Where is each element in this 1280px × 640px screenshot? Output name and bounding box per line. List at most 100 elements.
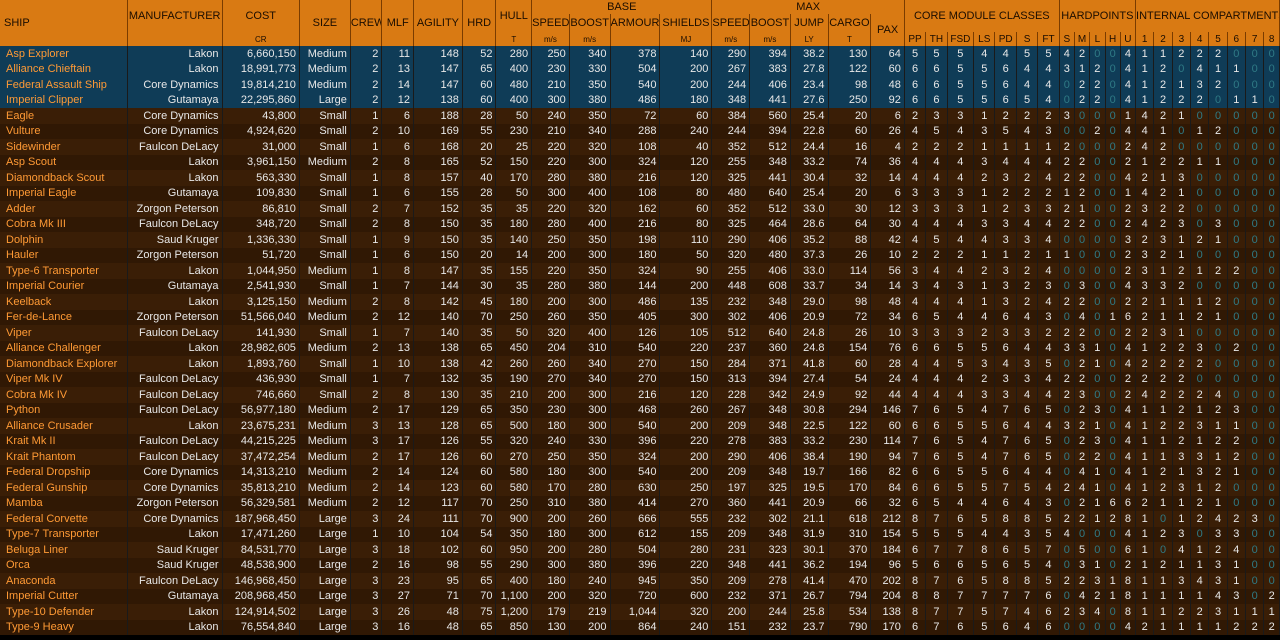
core-col-3[interactable]: LS [973,32,996,46]
internal-col-4[interactable]: 5 [1208,32,1228,46]
table-row[interactable]: Imperial Cutter Gutamaya 208,968,450 Large 3… [0,588,1280,604]
hardpoint-col-2[interactable]: L [1089,32,1106,46]
internal-col-7[interactable]: 8 [1263,32,1280,46]
core-class-cell: 2 [1037,108,1060,124]
table-row[interactable]: Imperial Eagle Gutamaya 109,830 Small 1 6 155 2… [0,185,1280,201]
table-row[interactable]: Mamba Zorgon Peterson 56,329,581 Medium 2 12 1… [0,495,1280,511]
table-row[interactable]: Federal Dropship Core Dynamics 14,313,210 M… [0,464,1280,480]
col-shields[interactable]: SHIELDS [659,14,713,32]
table-row[interactable]: Eagle Core Dynamics 43,800 Small 1 6 188 28 50 24… [0,108,1280,124]
internal-slot-cell: 0 [1208,92,1228,108]
table-row[interactable]: Asp Scout Lakon 3,961,150 Medium 2 8 165 52 150 2… [0,154,1280,170]
col-pax[interactable]: PAX [870,14,905,46]
internal-col-5[interactable]: 6 [1227,32,1247,46]
internal-col-3[interactable]: 4 [1190,32,1210,46]
table-row[interactable]: Type-6 Transporter Lakon 1,044,950 Medium 1 8… [0,263,1280,279]
hardpoint-col-4[interactable]: U [1120,32,1137,46]
table-row[interactable]: Type-9 Heavy Lakon 76,554,840 Large 3 16 48 65 8… [0,619,1280,635]
max-boost-cell: 348 [749,526,791,542]
core-class-cell: 7 [1016,588,1039,604]
table-row[interactable]: Vulture Core Dynamics 4,924,620 Small 2 10 169… [0,123,1280,139]
base-speed-cell: 180 [531,573,570,589]
table-row[interactable]: Hauler Zorgon Peterson 51,720 Small 1 6 150 20 1… [0,247,1280,263]
table-row[interactable]: Krait Mk II Faulcon DeLacy 44,215,225 Mediu… [0,433,1280,449]
table-row[interactable]: Type-7 Transporter Lakon 17,471,260 Large 1 1… [0,526,1280,542]
core-col-1[interactable]: TH [925,32,948,46]
mlf-cell: 12 [381,309,414,325]
table-row[interactable]: Keelback Lakon 3,125,150 Medium 2 8 142 45 180 20… [0,294,1280,310]
hardpoint-col-0[interactable]: S [1059,32,1075,46]
base-speed-cell: 200 [531,542,570,558]
internal-col-2[interactable]: 3 [1172,32,1192,46]
col-max-speed[interactable]: SPEED [711,14,751,32]
col-cargo[interactable]: CARGO [828,14,872,32]
size-cell: Medium [299,464,351,480]
col-agility[interactable]: AGILITY [413,0,463,46]
table-row[interactable]: Beluga Liner Saud Kruger 84,531,770 Large 3 1… [0,542,1280,558]
table-row[interactable]: Alliance Crusader Lakon 23,675,231 Medium 3 1… [0,418,1280,434]
col-manufacturer[interactable]: MANUFACTURER [127,0,223,32]
table-row[interactable]: Asp Explorer Lakon 6,660,150 Medium 2 11 148 52… [0,46,1280,62]
core-col-4[interactable]: PD [994,32,1017,46]
col-mlf[interactable]: MLF [381,0,414,46]
core-col-5[interactable]: S [1016,32,1039,46]
core-class-cell: 6 [1037,619,1060,635]
col-armour[interactable]: ARMOUR [610,14,661,32]
table-row[interactable]: Diamondback Explorer Lakon 1,893,760 Small 1… [0,356,1280,372]
table-row[interactable]: Diamondback Scout Lakon 563,330 Small 1 8 157 4… [0,170,1280,186]
hardpoint-cell: 2 [1120,294,1137,310]
jump-range-cell: 33.2 [790,154,829,170]
col-jump[interactable]: JUMP [790,14,829,32]
table-row[interactable]: Imperial Courier Gutamaya 2,541,930 Small 1 7… [0,278,1280,294]
core-class-cell: 7 [994,449,1017,465]
core-class-cell: 4 [947,387,975,403]
internal-col-6[interactable]: 7 [1245,32,1265,46]
table-row[interactable]: Type-10 Defender Lakon 124,914,502 Large 3 26… [0,604,1280,620]
table-row[interactable]: Anaconda Faulcon DeLacy 146,968,450 Large 3 2… [0,573,1280,589]
internal-col-1[interactable]: 2 [1153,32,1173,46]
col-max-boost[interactable]: BOOST [749,14,791,32]
col-base-speed[interactable]: SPEED [531,14,570,32]
table-row[interactable]: Adder Zorgon Peterson 86,810 Small 2 7 152 35 35… [0,201,1280,217]
cargo-cell: 534 [828,604,872,620]
table-row[interactable]: Alliance Chieftain Lakon 18,991,773 Medium 2… [0,61,1280,77]
col-cost[interactable]: COST [222,0,300,32]
table-row[interactable]: Python Faulcon DeLacy 56,977,180 Medium 2 17 1… [0,402,1280,418]
core-class-cell: 4 [1016,216,1039,232]
hardpoint-col-3[interactable]: H [1105,32,1121,46]
core-class-cell: 5 [1037,511,1060,527]
table-row[interactable]: Imperial Clipper Gutamaya 22,295,860 Large 2… [0,92,1280,108]
table-row[interactable]: Federal Assault Ship Core Dynamics 19,814,… [0,77,1280,93]
internal-slot-cell: 0 [1227,170,1247,186]
manufacturer-cell: Saud Kruger [127,542,223,558]
table-row[interactable]: Krait Phantom Faulcon DeLacy 37,472,254 Med… [0,449,1280,465]
core-col-2[interactable]: FSD [947,32,975,46]
col-base-boost[interactable]: BOOST [569,14,611,32]
core-col-6[interactable]: FT [1037,32,1060,46]
table-row[interactable]: Sidewinder Faulcon DeLacy 31,000 Small 1 6 168… [0,139,1280,155]
table-row[interactable]: Dolphin Saud Kruger 1,336,330 Small 1 9 150 35 1… [0,232,1280,248]
col-crew[interactable]: CREW [350,0,383,46]
core-col-0[interactable]: PP [904,32,927,46]
core-class-cell: 4 [947,371,975,387]
max-speed-cell: 197 [711,480,751,496]
col-hull[interactable]: HULL [495,0,533,32]
table-row[interactable]: Alliance Challenger Lakon 28,982,605 Medium… [0,340,1280,356]
table-row[interactable]: Cobra Mk III Faulcon DeLacy 348,720 Small 2 8… [0,216,1280,232]
table-row[interactable]: Viper Mk IV Faulcon DeLacy 436,930 Small 1 7 1… [0,371,1280,387]
internal-col-0[interactable]: 1 [1135,32,1155,46]
table-row[interactable]: Federal Corvette Core Dynamics 187,968,450… [0,511,1280,527]
table-row[interactable]: Federal Gunship Core Dynamics 35,813,210 Me… [0,480,1280,496]
base-boost-cell: 330 [569,433,611,449]
col-size[interactable]: SIZE [299,0,351,46]
table-row[interactable]: Cobra Mk IV Faulcon DeLacy 746,660 Small 2 8 1… [0,387,1280,403]
col-ship[interactable]: SHIP [0,0,128,46]
table-row[interactable]: Fer-de-Lance Zorgon Peterson 51,566,040 Med… [0,309,1280,325]
internal-slot-cell: 2 [1135,356,1155,372]
table-row[interactable]: Orca Saud Kruger 48,538,900 Large 2 16 98 55 290… [0,557,1280,573]
agility-cell: 128 [413,418,463,434]
col-hrd[interactable]: HRD [462,0,497,46]
hardpoint-col-1[interactable]: M [1074,32,1091,46]
max-speed-cell: 231 [711,542,751,558]
table-row[interactable]: Viper Faulcon DeLacy 141,930 Small 1 7 140 35 50… [0,325,1280,341]
